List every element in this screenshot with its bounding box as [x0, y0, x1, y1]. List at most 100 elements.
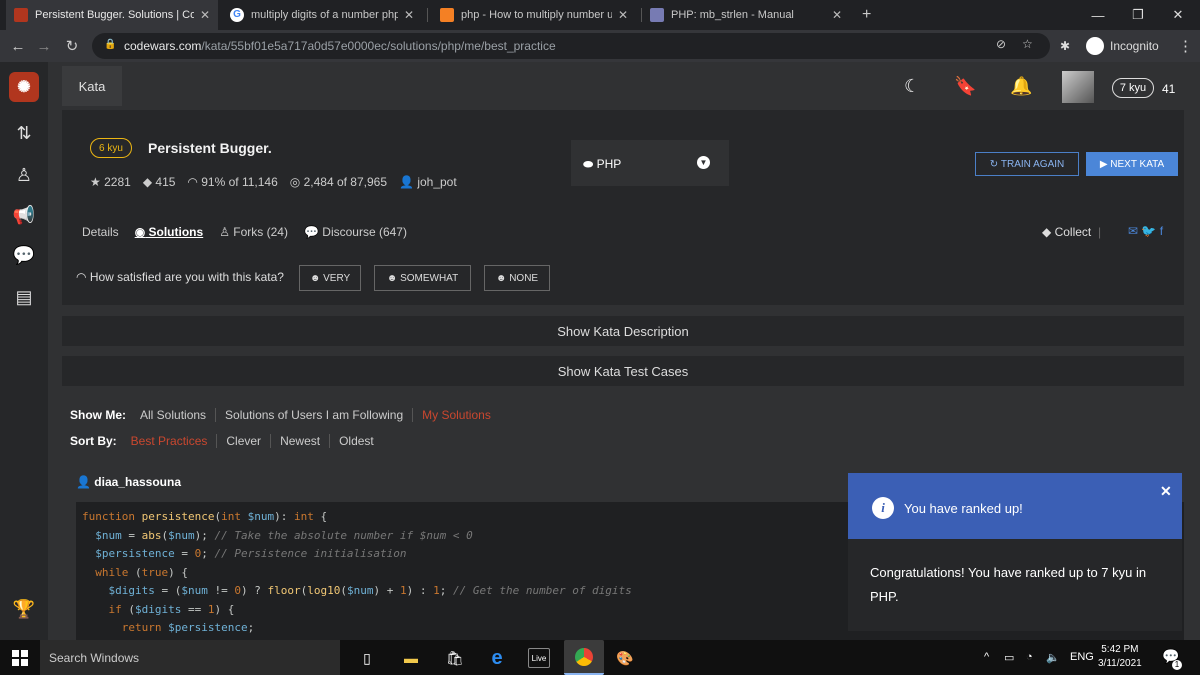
browser-menu-icon[interactable]: ⋮ [1178, 30, 1193, 62]
browser-tab-bar: Persistent Bugger. Solutions | Co ✕ G mu… [0, 0, 1200, 30]
sort-oldest[interactable]: Oldest [329, 434, 383, 448]
user-rank-badge: 7 kyu [1112, 78, 1154, 98]
paint-icon[interactable]: 🎨 [614, 648, 636, 668]
kata-nav-label[interactable]: Kata [62, 66, 122, 106]
browser-tab-stackoverflow[interactable]: php - How to multiply number u ✕ [432, 0, 636, 30]
close-icon[interactable]: ✕ [1160, 483, 1172, 500]
new-tab-button[interactable]: + [854, 0, 880, 30]
sort-clever[interactable]: Clever [216, 434, 270, 448]
bookmark-icon[interactable]: 🔖 [954, 76, 976, 97]
smile-icon: ☻ [309, 272, 324, 284]
tray-expand-icon[interactable]: ^ [984, 651, 989, 663]
show-kata-description-button[interactable]: Show Kata Description [62, 316, 1184, 346]
live-app-icon[interactable]: Live [528, 648, 550, 668]
restore-icon[interactable]: ❐ [1118, 0, 1158, 30]
notifications-bell-icon[interactable]: 🔔 [1010, 76, 1032, 97]
info-icon: i [872, 497, 894, 519]
sort-newest[interactable]: Newest [270, 434, 329, 448]
filter-following[interactable]: Solutions of Users I am Following [215, 408, 412, 422]
language-indicator[interactable]: ENG [1070, 651, 1094, 663]
extensions-icon[interactable]: ✱ [1060, 30, 1070, 62]
file-explorer-icon[interactable]: ▬ [400, 648, 422, 668]
language-label: PHP [596, 157, 622, 171]
chrome-taskbar-icon[interactable] [564, 640, 604, 675]
solution-author[interactable]: 👤 diaa_hassouna [76, 475, 181, 489]
votes-icon: ◆ [142, 175, 153, 189]
codewars-favicon-icon [14, 8, 28, 22]
php-language-icon: ⬬ [583, 157, 594, 171]
tab-forks[interactable]: ♙ Forks (24) [219, 225, 288, 239]
minimize-icon[interactable]: — [1078, 0, 1118, 30]
play-icon: ▶ [1099, 158, 1111, 170]
browser-tab-codewars[interactable]: Persistent Bugger. Solutions | Co ✕ [6, 0, 218, 30]
task-view-icon[interactable]: ▯ [356, 648, 378, 668]
close-tab-icon[interactable]: ✕ [832, 8, 842, 22]
avatar[interactable] [1062, 71, 1094, 103]
facebook-share-icon[interactable]: f [1160, 224, 1163, 238]
sidebar-docs-icon[interactable]: ▤ [0, 282, 48, 312]
wifi-icon[interactable]: ◔ [1026, 651, 1033, 663]
browser-tab-php-manual[interactable]: PHP: mb_strlen - Manual ✕ [642, 0, 850, 30]
sidebar-pull-requests-icon[interactable]: ⇅ [0, 118, 48, 148]
stars-stat: ★ 2281 [90, 175, 131, 189]
tab-details[interactable]: Details [82, 225, 119, 239]
notification-body: Congratulations! You have ranked up to 7… [870, 565, 1147, 604]
twitter-share-icon[interactable]: 🐦 [1141, 224, 1156, 238]
sort-by-filter: Sort By: Best Practices Clever Newest Ol… [70, 434, 383, 448]
tab-discourse[interactable]: 💬 Discourse (647) [304, 225, 407, 239]
sidebar-leaderboard-icon[interactable]: 🏆 [0, 594, 48, 624]
notification-header: i You have ranked up! ✕ [848, 473, 1182, 539]
collect-button[interactable]: ◆ Collect | [1042, 225, 1101, 239]
close-tab-icon[interactable]: ✕ [618, 8, 628, 22]
codewars-logo[interactable]: ✺ [9, 72, 39, 102]
user-icon: 👤 [399, 175, 414, 189]
vote-somewhat-button[interactable]: ☻ SOMEWHAT [374, 265, 471, 291]
rank-up-notification: i You have ranked up! ✕ Congratulations!… [848, 473, 1182, 631]
windows-start-icon[interactable] [12, 650, 28, 666]
app-sidebar: ✺ ⇅ ♙ 📢 💬 ▤ 🏆 [0, 62, 48, 640]
vote-none-button[interactable]: ☻ NONE [484, 265, 550, 291]
stackoverflow-favicon-icon [440, 8, 454, 22]
sidebar-announcements-icon[interactable]: 📢 [0, 200, 48, 230]
close-window-icon[interactable]: ✕ [1158, 0, 1198, 30]
email-share-icon[interactable]: ✉ [1128, 224, 1138, 238]
show-kata-test-cases-button[interactable]: Show Kata Test Cases [62, 356, 1184, 386]
edge-icon[interactable]: e [486, 647, 508, 669]
language-selector[interactable]: ⬬ PHP ▼ [571, 140, 729, 186]
user-icon: 👤 [76, 475, 91, 489]
system-clock[interactable]: 5:42 PM 3/11/2021 [1098, 643, 1142, 671]
windows-search-box[interactable]: Search Windows [40, 640, 340, 675]
sidebar-discussions-icon[interactable]: 💬 [0, 240, 48, 270]
volume-icon[interactable]: 🔈 [1046, 651, 1060, 664]
filter-my-solutions[interactable]: My Solutions [412, 408, 500, 422]
sort-best-practices[interactable]: Best Practices [131, 434, 217, 448]
show-me-filter: Show Me: All Solutions Solutions of User… [70, 408, 500, 422]
train-again-button[interactable]: ↻ TRAIN AGAIN [975, 152, 1079, 176]
search-placeholder: Search Windows [49, 651, 140, 665]
address-bar[interactable]: 🔒 codewars.com/kata/55bf01e5a717a0d57e00… [92, 33, 1050, 59]
votes-stat: ◆ 415 [142, 175, 176, 189]
tracking-blocked-icon[interactable]: ⊘ [996, 37, 1006, 51]
back-icon[interactable]: ← [6, 30, 30, 62]
filter-all-solutions[interactable]: All Solutions [140, 408, 215, 422]
dark-mode-moon-icon[interactable]: ☾ [904, 76, 920, 97]
share-icons: ✉ 🐦 f [1128, 224, 1163, 238]
incognito-badge[interactable]: Incognito [1086, 30, 1159, 62]
close-tab-icon[interactable]: ✕ [200, 8, 210, 22]
neutral-face-icon: ☻ [386, 272, 401, 284]
bookmark-star-icon[interactable]: ☆ [1022, 37, 1033, 51]
browser-tab-google[interactable]: G multiply digits of a number php - ✕ [222, 0, 422, 30]
reload-icon[interactable]: ↻ [60, 30, 84, 62]
kata-rank-badge: 6 kyu [90, 138, 132, 158]
next-kata-button[interactable]: ▶ NEXT KATA [1086, 152, 1178, 176]
google-favicon-icon: G [230, 8, 244, 22]
store-icon[interactable]: 🛍 [444, 648, 466, 668]
chevron-down-icon: ▼ [697, 156, 710, 169]
battery-icon[interactable]: ▭ [1004, 651, 1014, 664]
author-stat[interactable]: 👤 joh_pot [399, 175, 457, 189]
sidebar-kata-icon[interactable]: ♙ [0, 160, 48, 190]
vote-very-button[interactable]: ☻ VERY [299, 265, 361, 291]
forward-icon[interactable]: → [32, 30, 56, 62]
tab-solutions[interactable]: ◉ Solutions [135, 225, 204, 239]
close-tab-icon[interactable]: ✕ [404, 8, 414, 22]
